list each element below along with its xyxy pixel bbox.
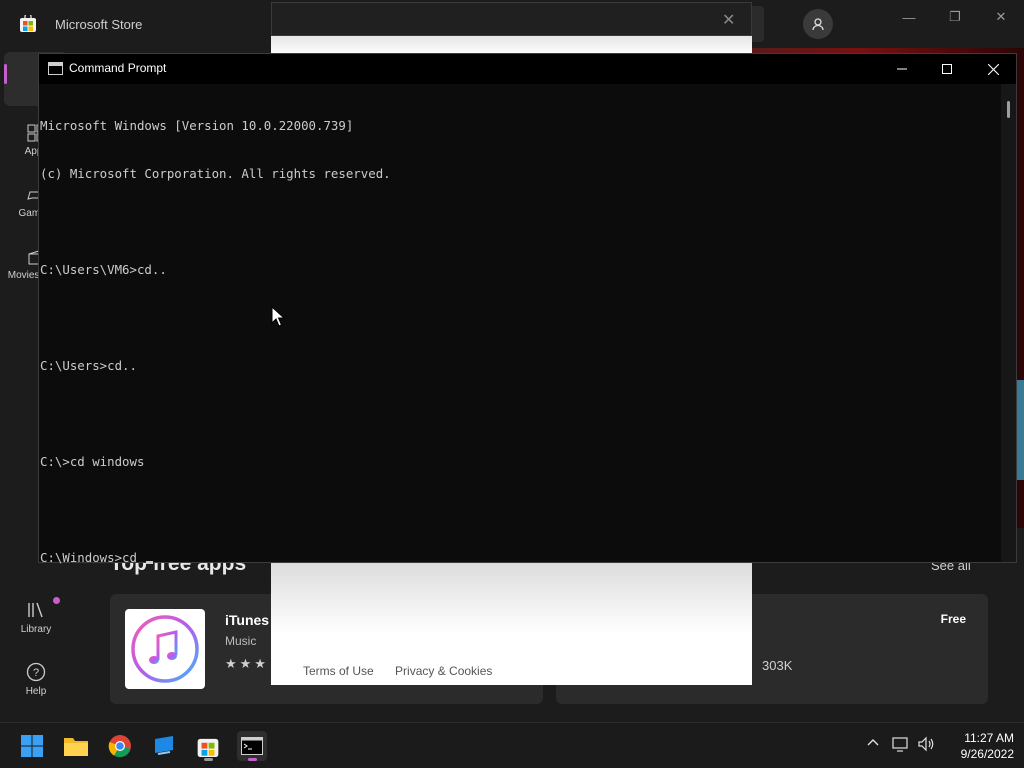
itunes-app-icon	[125, 609, 205, 689]
text-cursor	[146, 561, 154, 564]
active-indicator	[248, 758, 257, 761]
file-explorer-button[interactable]	[61, 731, 91, 761]
app-category: Music	[225, 634, 257, 648]
show-hidden-icons-chevron-up-icon[interactable]	[866, 736, 880, 753]
clock-time: 11:27 AM	[964, 731, 1014, 745]
library-icon	[28, 602, 43, 618]
nav-active-indicator	[4, 64, 7, 84]
store-logo-icon	[20, 15, 36, 32]
remote-desktop-icon	[155, 736, 173, 755]
start-button[interactable]	[17, 731, 47, 761]
mouse-pointer-icon	[271, 306, 285, 327]
nav-library[interactable]: Library	[0, 600, 72, 635]
network-icon[interactable]	[892, 736, 910, 755]
cmd-window-title: Command Prompt	[69, 61, 167, 75]
modal-footer-links: Terms of Use Privacy & Cookies	[303, 664, 510, 678]
rating-count: 303K	[762, 658, 793, 673]
cmd-taskbar-button[interactable]	[237, 731, 267, 761]
maximize-icon	[942, 64, 952, 74]
chrome-icon	[108, 735, 131, 758]
windows-start-icon	[21, 735, 43, 757]
store-restore-icon[interactable]: ❐	[940, 8, 970, 26]
volume-icon[interactable]	[917, 736, 935, 755]
chrome-button[interactable]	[105, 731, 135, 761]
svg-text:?: ?	[33, 667, 39, 679]
library-badge	[53, 597, 60, 604]
privacy-cookies-link[interactable]: Privacy & Cookies	[395, 664, 492, 678]
system-clock[interactable]: 11:27 AM 9/26/2022	[940, 730, 1014, 762]
console-prompt-line[interactable]: C:\Windows>cd	[40, 550, 1001, 566]
cmd-scrollbar[interactable]	[1001, 84, 1016, 562]
clock-date: 9/26/2022	[960, 747, 1014, 761]
running-indicator	[204, 758, 213, 761]
cmd-maximize-button[interactable]	[924, 54, 970, 84]
console-prompt: C:\Windows>cd	[40, 550, 145, 565]
cmd-console-output[interactable]: Microsoft Windows [Version 10.0.22000.73…	[39, 84, 1001, 565]
app-rating-stars: ★★★	[225, 656, 269, 671]
console-line: C:\Users\VM6>cd..	[40, 262, 167, 277]
folder-icon	[64, 738, 88, 756]
remote-app-button[interactable]	[149, 731, 179, 761]
console-line: (c) Microsoft Corporation. All rights re…	[40, 166, 391, 181]
cmd-titlebar[interactable]: Command Prompt	[39, 54, 1016, 84]
price-badge: Free	[940, 612, 966, 626]
command-prompt-window[interactable]: Command Prompt Microsoft Windows [Versio…	[38, 53, 1017, 565]
taskbar: 11:27 AM 9/26/2022	[0, 722, 1024, 768]
terms-of-use-link[interactable]: Terms of Use	[303, 664, 374, 678]
store-app-title: Microsoft Store	[55, 17, 143, 32]
nav-help[interactable]: ? Help	[0, 662, 72, 697]
console-line: C:\>cd windows	[40, 454, 145, 469]
scrollbar-thumb[interactable]	[1007, 101, 1010, 118]
modal-header: ✕	[271, 2, 752, 36]
store-close-icon[interactable]: ✕	[986, 8, 1016, 26]
modal-close-icon[interactable]: ✕	[722, 10, 735, 30]
help-icon: ?	[26, 662, 46, 682]
close-icon	[987, 63, 999, 75]
store-bag-icon	[197, 738, 219, 757]
nav-help-label: Help	[25, 686, 47, 697]
cmd-minimize-button[interactable]	[879, 54, 925, 84]
terminal-icon	[241, 737, 263, 755]
cmd-app-icon	[48, 62, 63, 75]
minimize-icon	[897, 68, 907, 70]
store-minimize-icon[interactable]: —	[894, 8, 924, 26]
app-name: iTunes	[225, 612, 270, 628]
account-icon[interactable]	[803, 9, 833, 39]
nav-library-label: Library	[20, 624, 52, 635]
store-taskbar-button[interactable]	[193, 731, 223, 761]
console-line: Microsoft Windows [Version 10.0.22000.73…	[40, 118, 354, 133]
cmd-close-button[interactable]	[970, 54, 1016, 84]
console-line: C:\Users>cd..	[40, 358, 137, 373]
